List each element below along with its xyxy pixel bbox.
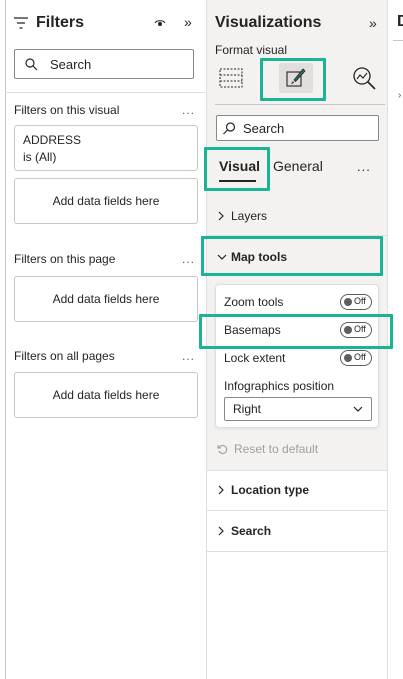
chevron-right-icon <box>217 211 231 221</box>
filters-title: Filters <box>36 14 85 31</box>
reset-icon <box>217 444 228 455</box>
lock-extent-toggle[interactable]: Off <box>340 350 372 366</box>
add-data-fields-page[interactable]: Add data fields here <box>14 276 198 322</box>
section-map-tools-label: Map tools <box>231 250 287 264</box>
section-location-type-label: Location type <box>231 483 310 497</box>
divider <box>207 510 387 511</box>
infographics-position-dropdown[interactable]: Right <box>224 397 372 421</box>
toggle-state: Off <box>354 324 366 334</box>
data-pane-collapsed: D › <box>387 0 403 679</box>
format-search-input[interactable]: Search <box>216 115 379 141</box>
filter-card-address[interactable]: ADDRESS is (All) <box>14 125 198 171</box>
chevron-down-icon <box>217 253 231 261</box>
filter-field-condition: is (All) <box>23 150 57 164</box>
filters-search-input[interactable]: Search <box>14 49 194 79</box>
map-tools-card: Zoom tools Off Basemaps Off Lock extent … <box>215 284 379 428</box>
zoom-tools-row: Zoom tools Off <box>224 293 372 311</box>
section-layers-label: Layers <box>231 209 268 223</box>
filters-on-all-pages-more[interactable]: ... <box>182 349 195 363</box>
toggle-knob <box>344 354 352 362</box>
toggle-state: Off <box>354 296 366 306</box>
divider <box>207 551 387 552</box>
format-paintbrush-icon[interactable] <box>279 63 313 93</box>
data-pane-title: D <box>397 13 403 30</box>
filters-pane: Filters » Search Filters on this visual … <box>0 0 207 679</box>
divider <box>207 470 387 471</box>
basemaps-row: Basemaps Off <box>224 321 372 339</box>
tab-visual[interactable]: Visual <box>219 158 260 174</box>
chevron-right-icon <box>217 526 231 536</box>
viz-lower-sections: Location type Search <box>207 470 387 679</box>
collapse-filters-icon[interactable]: » <box>184 14 192 30</box>
divider <box>207 235 387 236</box>
section-layers[interactable]: Layers <box>217 207 267 225</box>
reset-to-default-button[interactable]: Reset to default <box>217 442 318 456</box>
search-icon <box>25 57 38 71</box>
filters-header: Filters » <box>14 12 200 34</box>
chevron-down-icon <box>353 406 363 412</box>
filters-on-all-pages-label: Filters on all pages <box>14 349 115 363</box>
section-location-type[interactable]: Location type <box>217 481 309 499</box>
divider <box>5 92 207 93</box>
section-search-label: Search <box>231 524 272 538</box>
basemaps-label: Basemaps <box>224 323 281 337</box>
infographics-position-value: Right <box>233 402 262 416</box>
section-search[interactable]: Search <box>217 522 271 540</box>
toggle-knob <box>344 326 352 334</box>
format-search-placeholder: Search <box>243 120 285 136</box>
add-data-fields-visual[interactable]: Add data fields here <box>14 178 198 224</box>
filters-on-page-more[interactable]: ... <box>182 252 195 266</box>
basemaps-toggle[interactable]: Off <box>340 322 372 338</box>
visualizations-title: Visualizations <box>215 14 322 31</box>
format-more-options[interactable]: ... <box>357 159 371 174</box>
add-data-fields-all-pages[interactable]: Add data fields here <box>14 372 198 418</box>
divider <box>215 104 385 105</box>
divider <box>393 40 403 41</box>
filters-on-visual-label: Filters on this visual <box>14 103 120 117</box>
infographics-position-label: Infographics position <box>224 379 335 393</box>
chevron-right-icon <box>217 485 231 495</box>
lock-extent-label: Lock extent <box>224 351 286 365</box>
filters-search-placeholder: Search <box>50 56 92 72</box>
filter-icon <box>14 17 28 29</box>
chevron-right-icon[interactable]: › <box>398 90 401 101</box>
build-visual-icon[interactable] <box>218 66 244 90</box>
collapse-visualizations-icon[interactable]: » <box>369 15 377 31</box>
active-tab-indicator <box>219 180 256 182</box>
format-visual-label: Format visual <box>215 43 288 57</box>
zoom-tools-toggle[interactable]: Off <box>340 294 372 310</box>
visualizations-pane: Visualizations » Format visual Search Vi… <box>207 0 387 679</box>
search-icon <box>223 121 236 135</box>
toggle-state: Off <box>354 352 366 362</box>
filters-on-page-label: Filters on this page <box>14 252 116 266</box>
tab-general[interactable]: General <box>273 158 323 174</box>
eye-icon[interactable] <box>154 15 166 33</box>
zoom-tools-label: Zoom tools <box>224 295 284 309</box>
reset-to-default-label: Reset to default <box>234 442 319 456</box>
filters-on-visual-more[interactable]: ... <box>182 103 195 117</box>
pane-edge <box>5 0 6 679</box>
analytics-magnifier-icon[interactable] <box>350 64 378 92</box>
filter-field-name: ADDRESS <box>23 133 82 147</box>
lock-extent-row: Lock extent Off <box>224 349 372 367</box>
toggle-knob <box>344 298 352 306</box>
section-map-tools[interactable]: Map tools <box>217 248 287 266</box>
